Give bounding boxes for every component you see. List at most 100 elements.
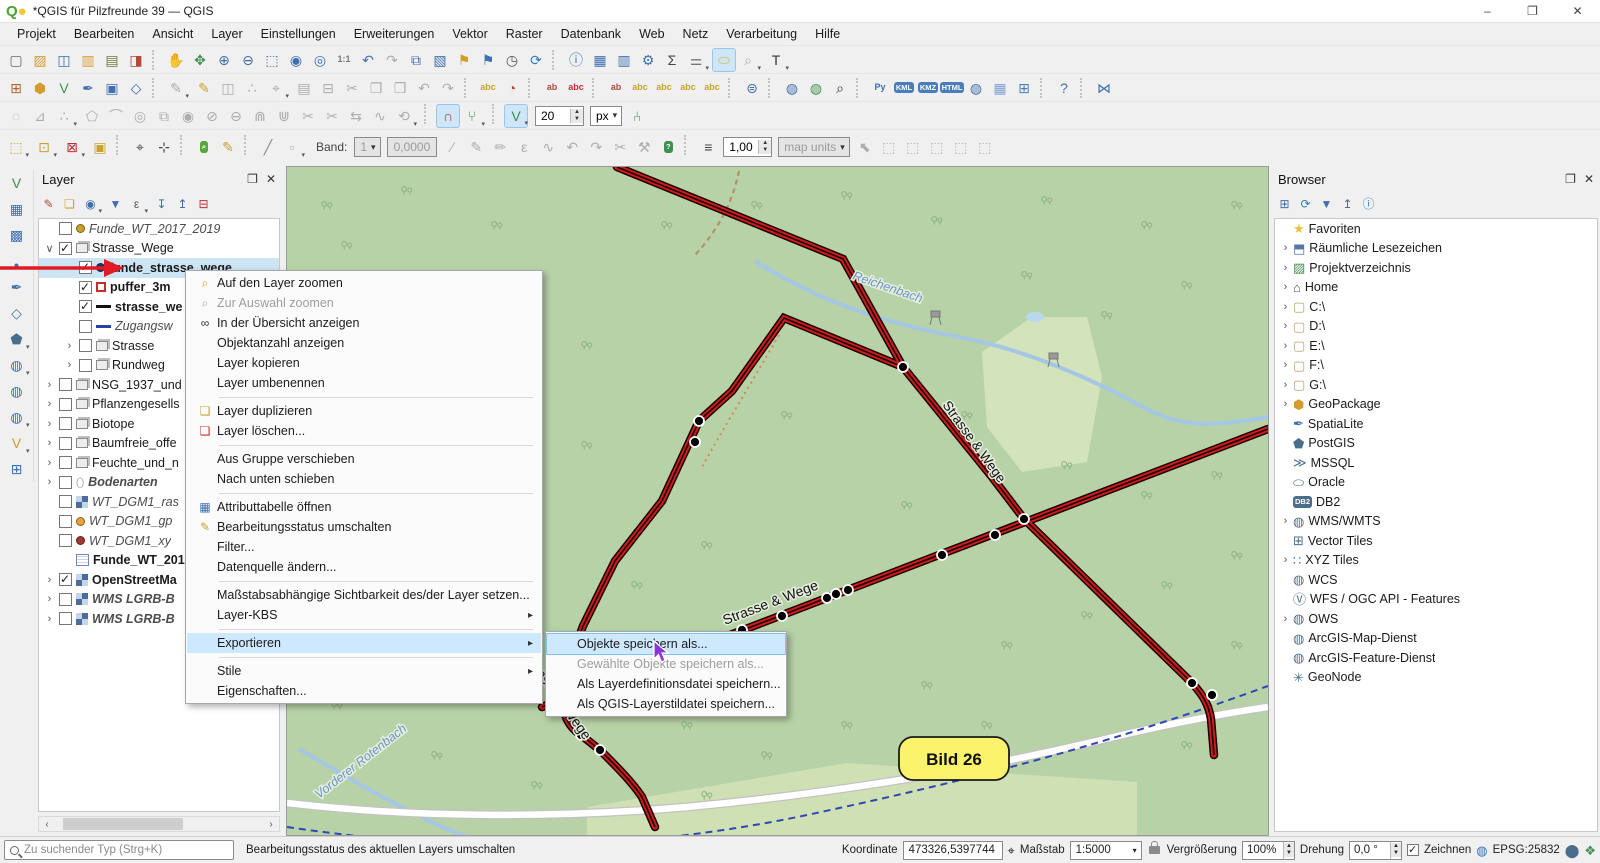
crs-value[interactable]: EPSG:25832 bbox=[1493, 844, 1560, 856]
export-html-button[interactable]: HTML▾ bbox=[940, 76, 964, 100]
new-project-button[interactable]: ▢▾ bbox=[4, 48, 28, 72]
expander-icon[interactable]: › bbox=[1279, 398, 1292, 410]
expander-icon[interactable]: › bbox=[43, 457, 56, 469]
browser-item[interactable]: › ▨ Projektverzeichnis bbox=[1275, 258, 1597, 278]
snapping-toggle-button[interactable]: ∩▾ bbox=[436, 104, 460, 128]
change-label-button[interactable]: abc▾ bbox=[700, 76, 724, 100]
layer-visibility-checkbox[interactable] bbox=[59, 534, 72, 547]
menu-rename-layer[interactable]: Layer umbenennen ▸ bbox=[187, 373, 541, 393]
add-group-button[interactable]: ❏▾ bbox=[59, 194, 80, 215]
statistical-summary-button[interactable]: ▥▾ bbox=[612, 48, 636, 72]
save-project-button[interactable]: ◫▾ bbox=[52, 48, 76, 72]
show-bookmarks-button[interactable]: ⚑▾ bbox=[476, 48, 500, 72]
stroke-width-spinner[interactable]: 20▲▼ bbox=[535, 106, 584, 126]
stroke-unit-combo[interactable]: px▾ bbox=[590, 106, 622, 126]
float-panel-icon[interactable]: ❐ bbox=[1565, 172, 1576, 186]
layer-visibility-checkbox[interactable] bbox=[79, 281, 92, 294]
toolbar-icon[interactable]: ▾ bbox=[728, 78, 736, 98]
expander-icon[interactable]: › bbox=[1279, 242, 1292, 254]
zoom-last-button[interactable]: ↶▾ bbox=[356, 48, 380, 72]
split-features-button[interactable]: ✂▾ bbox=[296, 104, 320, 128]
layer-visibility-checkbox[interactable] bbox=[59, 515, 72, 528]
add-spatialite-layer-button[interactable]: ✒▾ bbox=[5, 275, 29, 299]
browser-item[interactable]: › ▢ G:\ bbox=[1275, 375, 1597, 395]
modify-attributes-button[interactable]: ▤▾ bbox=[292, 76, 316, 100]
menu-bar-item[interactable]: Einstellungen bbox=[252, 25, 345, 43]
browser-item[interactable]: › ∷ XYZ Tiles bbox=[1275, 551, 1597, 571]
georeferencer-button[interactable]: ⊹▾ bbox=[152, 135, 176, 159]
osm-place-search-button[interactable]: ⌕▾ bbox=[828, 76, 852, 100]
layer-visibility-checkbox[interactable] bbox=[79, 300, 92, 313]
toolbar-icon[interactable]: ▾ bbox=[592, 78, 600, 98]
band-combo[interactable]: 1▾ bbox=[354, 137, 380, 157]
save-project-as-button[interactable]: ▥▾ bbox=[76, 48, 100, 72]
add-wcs-layer-button[interactable]: ◍▾ bbox=[5, 379, 29, 403]
topology-vector-button[interactable]: ⋈▾ bbox=[1092, 76, 1116, 100]
new-map-view-button[interactable]: ⧉▾ bbox=[404, 48, 428, 72]
map-tips-button[interactable]: ⬭▾ bbox=[712, 48, 736, 72]
toolbar-icon[interactable]: ▾ bbox=[1040, 78, 1048, 98]
new-3d-map-view-button[interactable]: ▧▾ bbox=[428, 48, 452, 72]
layer-labeling-button[interactable]: abc▾ bbox=[476, 76, 500, 100]
reverse-line-button[interactable]: ⇆▾ bbox=[344, 104, 368, 128]
raster-cut-button[interactable]: ✂▾ bbox=[608, 135, 632, 159]
menu-bar-item[interactable]: Verarbeitung bbox=[717, 25, 806, 43]
layer-visibility-checkbox[interactable] bbox=[79, 320, 92, 333]
toolbar-icon[interactable]: ▾ bbox=[684, 135, 692, 155]
close-panel-icon[interactable]: ✕ bbox=[266, 172, 276, 186]
layer-visibility-checkbox[interactable] bbox=[59, 398, 72, 411]
expander-icon[interactable]: › bbox=[1279, 320, 1292, 332]
select-by-rect-button[interactable]: ⬚▾ bbox=[4, 135, 28, 159]
browser-item[interactable]: › ▢ D:\ bbox=[1275, 317, 1597, 337]
vertex-editor-button[interactable]: ∿▾ bbox=[368, 104, 392, 128]
merge-features-button[interactable]: ⋒▾ bbox=[248, 104, 272, 128]
temporal-controller-button[interactable]: ◷▾ bbox=[500, 48, 524, 72]
construction-button[interactable]: ∴▾ bbox=[52, 104, 76, 128]
label-pin-button[interactable]: ⬚▾ bbox=[877, 135, 901, 159]
browser-item[interactable]: DB2 DB2 bbox=[1275, 492, 1597, 512]
expander-icon[interactable]: › bbox=[1279, 340, 1292, 352]
browser-item[interactable]: ⊞ Vector Tiles bbox=[1275, 531, 1597, 551]
render-checkbox[interactable] bbox=[1407, 844, 1419, 856]
browser-item[interactable]: › ◍ WMS/WMTS bbox=[1275, 512, 1597, 532]
refresh-browser-button[interactable]: ⟳▾ bbox=[1295, 194, 1316, 215]
menu-bar-item[interactable]: Netz bbox=[674, 25, 718, 43]
add-virtual-layer-button[interactable]: ◇▾ bbox=[124, 76, 148, 100]
add-postgis-layer-button[interactable]: ⬟▾ bbox=[5, 327, 29, 351]
toolbar-icon[interactable]: ▾ bbox=[492, 104, 500, 124]
offset-spinner[interactable]: 1,00▲▼ bbox=[723, 137, 772, 157]
label-rotate-button[interactable]: ⬚▾ bbox=[949, 135, 973, 159]
toolbar-icon[interactable]: ▾ bbox=[528, 78, 536, 98]
menu-show-in-overview[interactable]: ∞ In der Übersicht anzeigen ▸ bbox=[187, 313, 541, 333]
add-wfs-layer-button[interactable]: ◍▾ bbox=[5, 405, 29, 429]
pan-to-selection-button[interactable]: ✥▾ bbox=[188, 48, 212, 72]
layer-item[interactable]: ∨ Strasse_Wege bbox=[39, 239, 279, 259]
collapse-browser-button[interactable]: ↥▾ bbox=[1337, 194, 1358, 215]
style-manager-button[interactable]: ◨▾ bbox=[124, 48, 148, 72]
menu-filter[interactable]: Filter... ▸ bbox=[187, 537, 541, 557]
copy-features-button[interactable]: ❐▾ bbox=[364, 76, 388, 100]
raster-help-button[interactable]: ?▾ bbox=[656, 135, 680, 159]
new-bookmark-button[interactable]: ⚑▾ bbox=[452, 48, 476, 72]
browser-item[interactable]: › ⌂ Home bbox=[1275, 278, 1597, 298]
project-properties-button[interactable]: ▤▾ bbox=[100, 48, 124, 72]
menu-bar-item[interactable]: Hilfe bbox=[806, 25, 849, 43]
layer-visibility-checkbox[interactable] bbox=[79, 261, 92, 274]
digitize-points-button[interactable]: ∴▾ bbox=[240, 76, 264, 100]
processing-toolbox-button[interactable]: ⚙▾ bbox=[636, 48, 660, 72]
expander-icon[interactable]: › bbox=[43, 437, 56, 449]
delete-selected-button[interactable]: ⊟▾ bbox=[316, 76, 340, 100]
cad-tools-button[interactable]: ⊿▾ bbox=[28, 104, 52, 128]
metasearch-catalog-button[interactable]: ◍▾ bbox=[804, 76, 828, 100]
add-geopackage-layer-button[interactable]: ⬢▾ bbox=[28, 76, 52, 100]
color-grid-button[interactable]: ▦▾ bbox=[988, 76, 1012, 100]
open-layer-styling-button[interactable]: ✎▾ bbox=[38, 194, 59, 215]
current-edits-button[interactable]: ✎▾ bbox=[164, 76, 188, 100]
browser-item[interactable]: ✒ SpatiaLite bbox=[1275, 414, 1597, 434]
toolbar-icon[interactable]: ▾ bbox=[856, 78, 864, 98]
submenu-save-as-layer-definition[interactable]: Als Layerdefinitionsdatei speichern... ▸ bbox=[547, 674, 785, 694]
filter-expression-button[interactable]: ε▾ bbox=[126, 194, 147, 215]
expander-icon[interactable]: › bbox=[1279, 379, 1292, 391]
expander-icon[interactable]: › bbox=[1279, 262, 1292, 274]
browser-item[interactable]: Ⓥ WFS / OGC API - Features bbox=[1275, 590, 1597, 610]
